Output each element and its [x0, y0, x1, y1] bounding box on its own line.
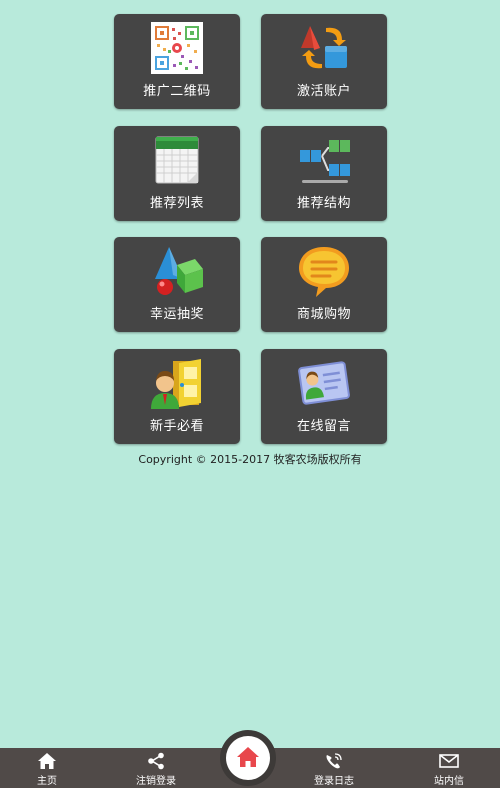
phone-icon — [324, 752, 344, 770]
nav-logout[interactable]: 注销登录 — [106, 748, 206, 788]
nav-login-log-label: 登录日志 — [314, 776, 354, 787]
lottery-shapes-icon — [151, 245, 203, 297]
tile-online-message[interactable]: 在线留言 — [261, 349, 387, 444]
mail-icon — [439, 752, 459, 770]
center-home-button[interactable] — [220, 730, 276, 786]
tile-label: 新手必看 — [149, 419, 204, 434]
copyright-text: Copyright © 2015-2017 牧客农场版权所有 — [138, 453, 362, 466]
qr-code-icon — [151, 22, 203, 74]
tile-mall-shopping[interactable]: 商城购物 — [261, 237, 387, 332]
nav-inbox-label: 站内信 — [434, 776, 464, 787]
tile-label: 在线留言 — [296, 419, 351, 434]
tile-lucky-draw[interactable]: 幸运抽奖 — [114, 237, 240, 332]
nav-login-log[interactable]: 登录日志 — [284, 748, 384, 788]
newbie-door-icon — [151, 357, 203, 409]
tile-label: 推广二维码 — [143, 84, 211, 99]
message-card-icon — [298, 357, 350, 409]
tile-label: 推荐结构 — [296, 196, 351, 211]
tile-label: 幸运抽奖 — [149, 307, 204, 322]
tile-referral-list[interactable]: 推荐列表 — [114, 126, 240, 221]
tile-label: 激活账户 — [296, 84, 351, 99]
home-icon — [37, 752, 57, 770]
activate-account-icon — [298, 22, 350, 74]
home-icon — [237, 747, 259, 767]
nav-home[interactable]: 主页 — [0, 748, 97, 788]
tile-newbie-guide[interactable]: 新手必看 — [114, 349, 240, 444]
chat-bubble-icon — [298, 245, 350, 297]
tile-referral-structure[interactable]: 推荐结构 — [261, 126, 387, 221]
nav-inbox[interactable]: 站内信 — [399, 748, 499, 788]
tile-qr-code[interactable]: 推广二维码 — [114, 14, 240, 109]
structure-tree-icon — [298, 134, 350, 186]
tile-label: 推荐列表 — [149, 196, 204, 211]
share-icon — [146, 752, 166, 770]
nav-home-label: 主页 — [37, 776, 57, 787]
center-home-circle — [226, 736, 270, 780]
tile-label: 商城购物 — [296, 307, 351, 322]
calendar-list-icon — [151, 134, 203, 186]
tile-activate-account[interactable]: 激活账户 — [261, 14, 387, 109]
nav-logout-label: 注销登录 — [136, 776, 176, 787]
